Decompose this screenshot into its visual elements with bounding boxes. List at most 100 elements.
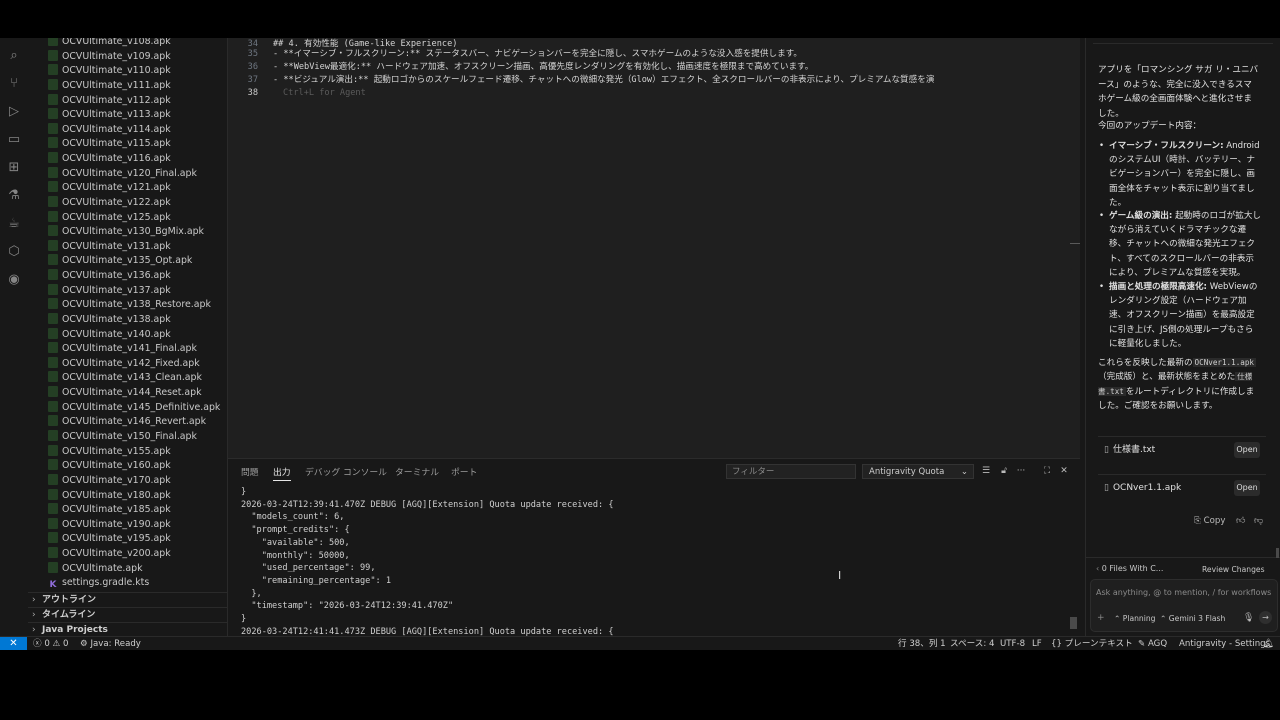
tab-debug-console[interactable]: デバッグ コンソール bbox=[305, 466, 387, 480]
file-item[interactable]: OCVUltimate_v143_Clean.apk bbox=[28, 371, 202, 385]
search-icon[interactable]: ⌕ bbox=[6, 48, 22, 64]
end-of-line[interactable]: LF bbox=[1032, 637, 1042, 650]
file-item[interactable]: OCVUltimate_v116.apk bbox=[28, 152, 171, 166]
agent-icon[interactable]: ◉ bbox=[6, 272, 22, 288]
file-item[interactable]: OCVUltimate_v115.apk bbox=[28, 137, 171, 151]
file-item[interactable]: OCVUltimate_v160.apk bbox=[28, 459, 171, 473]
panel-scrollbar[interactable] bbox=[1070, 617, 1077, 629]
tab-terminal[interactable]: ターミナル bbox=[395, 466, 439, 480]
file-item[interactable]: OCVUltimate_v170.apk bbox=[28, 473, 171, 488]
file-item[interactable]: OCVUltimate_v145_Definitive.apk bbox=[28, 400, 220, 415]
thumbs-down-icon[interactable]: 👎︎ bbox=[1254, 516, 1263, 526]
send-button[interactable]: → bbox=[1259, 611, 1272, 624]
file-name: OCVUltimate_v114.apk bbox=[62, 123, 171, 135]
remote-icon: ✕ bbox=[9, 638, 18, 649]
file-name: OCVUltimate_v190.apk bbox=[62, 518, 171, 530]
java-projects-section[interactable]: › Java Projects bbox=[28, 622, 227, 636]
file-item[interactable]: OCVUltimate_v135_Opt.apk bbox=[28, 254, 192, 268]
clear-output-icon[interactable]: ☰ bbox=[980, 465, 992, 477]
tab-ports[interactable]: ポート bbox=[451, 466, 477, 480]
file-name: OCVUltimate_v140.apk bbox=[62, 328, 171, 340]
file-item[interactable]: OCVUltimate_v125.apk bbox=[28, 210, 171, 225]
extensions-icon[interactable]: ⊞ bbox=[6, 160, 22, 176]
file-card-spec[interactable]: ▯ 仕様書.txt Open bbox=[1098, 436, 1266, 463]
file-item[interactable]: OCVUltimate_v136.apk bbox=[28, 269, 171, 283]
remote-explorer-icon[interactable]: ▭ bbox=[6, 132, 22, 148]
open-file-button[interactable]: Open bbox=[1234, 442, 1260, 458]
file-item[interactable]: OCVUltimate_v130_BgMix.apk bbox=[28, 225, 204, 239]
file-item[interactable]: OCVUltimate_v144_Reset.apk bbox=[28, 386, 202, 400]
file-item[interactable]: OCVUltimate_v185.apk bbox=[28, 503, 171, 517]
files-changed-toggle[interactable]: ‹ 0 Files With C... bbox=[1096, 564, 1163, 573]
run-debug-icon[interactable]: ▷ bbox=[6, 104, 22, 120]
file-item[interactable]: OCVUltimate_v122.apk bbox=[28, 195, 171, 210]
file-item[interactable]: OCVUltimate_v113.apk bbox=[28, 108, 171, 122]
file-item[interactable]: OCVUltimate_v146_Revert.apk bbox=[28, 415, 206, 429]
cursor-position[interactable]: 行 38、列 1 bbox=[898, 637, 946, 650]
file-item[interactable]: OCVUltimate.apk bbox=[28, 561, 143, 576]
file-item[interactable]: OCVUltimate_v120_Final.apk bbox=[28, 166, 197, 181]
language-mode[interactable]: {} プレーンテキスト bbox=[1051, 637, 1133, 650]
tab-problems[interactable]: 問題 bbox=[241, 466, 259, 480]
file-item[interactable]: OCVUltimate_v111.apk bbox=[28, 78, 171, 93]
timeline-section[interactable]: › タイムライン bbox=[28, 607, 227, 622]
indentation[interactable]: スペース: 4 bbox=[950, 637, 994, 650]
file-name: OCVUltimate_v180.apk bbox=[62, 489, 171, 501]
bell-icon[interactable]: 🔔︎ bbox=[1263, 637, 1274, 650]
file-item[interactable]: OCVUltimate_v195.apk bbox=[28, 532, 171, 546]
bullet-bold: ゲーム級の演出: bbox=[1109, 211, 1173, 221]
editor-area[interactable]: 34 ## 4. 有効性能 (Game-like Experience) 35- … bbox=[228, 38, 1080, 458]
output-channel-select[interactable]: Antigravity Quota ⌄ bbox=[862, 464, 974, 479]
file-item[interactable]: OCVUltimate_v121.apk bbox=[28, 181, 171, 195]
apk-file-icon bbox=[48, 210, 58, 222]
package-icon[interactable]: ⬡ bbox=[6, 244, 22, 260]
file-card-apk[interactable]: ▯ OCNver1.1.apk Open bbox=[1098, 474, 1266, 501]
microphone-icon[interactable]: 🎙︎ bbox=[1243, 613, 1254, 623]
file-item[interactable]: OCVUltimate_v137.apk bbox=[28, 283, 171, 298]
close-panel-icon[interactable]: ✕ bbox=[1058, 465, 1070, 477]
file-item[interactable]: OCVUltimate_v110.apk bbox=[28, 64, 171, 78]
file-item[interactable]: OCVUltimate_v108.apk bbox=[28, 38, 171, 49]
file-item[interactable]: OCVUltimate_v155.apk bbox=[28, 444, 171, 459]
file-item[interactable]: OCVUltimate_v112.apk bbox=[28, 93, 171, 108]
file-card-name: 仕様書.txt bbox=[1112, 445, 1156, 455]
lock-icon[interactable]: 🔓︎ bbox=[998, 465, 1010, 477]
thumbs-up-icon[interactable]: 👍︎ bbox=[1236, 516, 1245, 526]
remote-indicator[interactable]: ✕ bbox=[0, 637, 27, 650]
problems-status[interactable]: ⓧ 0 ⚠ 0 bbox=[33, 637, 68, 650]
file-item[interactable]: OCVUltimate_v131.apk bbox=[28, 239, 171, 254]
more-actions-icon[interactable]: ··· bbox=[1015, 465, 1027, 477]
chat-input[interactable]: Ask anything, @ to mention, / for workfl… bbox=[1096, 588, 1271, 597]
chat-scrollbar[interactable] bbox=[1276, 548, 1279, 558]
source-control-icon[interactable]: ⑂ bbox=[6, 76, 22, 92]
java-status[interactable]: ⚙ Java: Ready bbox=[80, 637, 141, 650]
mode-selector[interactable]: ⌃ Planning bbox=[1114, 614, 1156, 623]
file-item[interactable]: OCVUltimate_v138.apk bbox=[28, 312, 171, 327]
tab-output[interactable]: 出力 bbox=[273, 466, 291, 481]
encoding[interactable]: UTF-8 bbox=[1000, 637, 1025, 650]
add-context-icon[interactable]: + bbox=[1097, 613, 1105, 623]
file-item[interactable]: OCVUltimate_v142_Fixed.apk bbox=[28, 356, 200, 371]
file-item[interactable]: OCVUltimate_v180.apk bbox=[28, 488, 171, 503]
file-item[interactable]: OCVUltimate_v138_Restore.apk bbox=[28, 298, 211, 312]
testing-icon[interactable]: ⚗ bbox=[6, 188, 22, 204]
model-selector[interactable]: ⌃ Gemini 3 Flash bbox=[1160, 614, 1225, 623]
file-item[interactable]: OCVUltimate_v190.apk bbox=[28, 517, 171, 532]
agq-status[interactable]: ✎ AGQ bbox=[1138, 637, 1167, 650]
review-changes-button[interactable]: Review Changes bbox=[1202, 565, 1265, 574]
file-item[interactable]: Ksettings.gradle.kts bbox=[28, 576, 150, 590]
file-item[interactable]: OCVUltimate_v114.apk bbox=[28, 122, 171, 137]
java-icon[interactable]: ☕ bbox=[6, 216, 22, 232]
file-item[interactable]: OCVUltimate_v109.apk bbox=[28, 49, 171, 64]
file-item[interactable]: OCVUltimate_v200.apk bbox=[28, 547, 171, 561]
antigravity-settings[interactable]: Antigravity - Settings bbox=[1179, 637, 1270, 650]
file-item[interactable]: OCVUltimate_v141_Final.apk bbox=[28, 342, 197, 356]
output-filter-input[interactable]: フィルター bbox=[726, 464, 856, 479]
outline-section[interactable]: › アウトライン bbox=[28, 592, 227, 607]
open-file-button[interactable]: Open bbox=[1234, 480, 1260, 496]
maximize-panel-icon[interactable]: ⛶ bbox=[1041, 465, 1053, 477]
chat-input-box[interactable]: Ask anything, @ to mention, / for workfl… bbox=[1090, 579, 1278, 632]
file-item[interactable]: OCVUltimate_v140.apk bbox=[28, 327, 171, 342]
copy-button[interactable]: ⎘ Copy bbox=[1194, 516, 1225, 526]
file-item[interactable]: OCVUltimate_v150_Final.apk bbox=[28, 430, 197, 444]
